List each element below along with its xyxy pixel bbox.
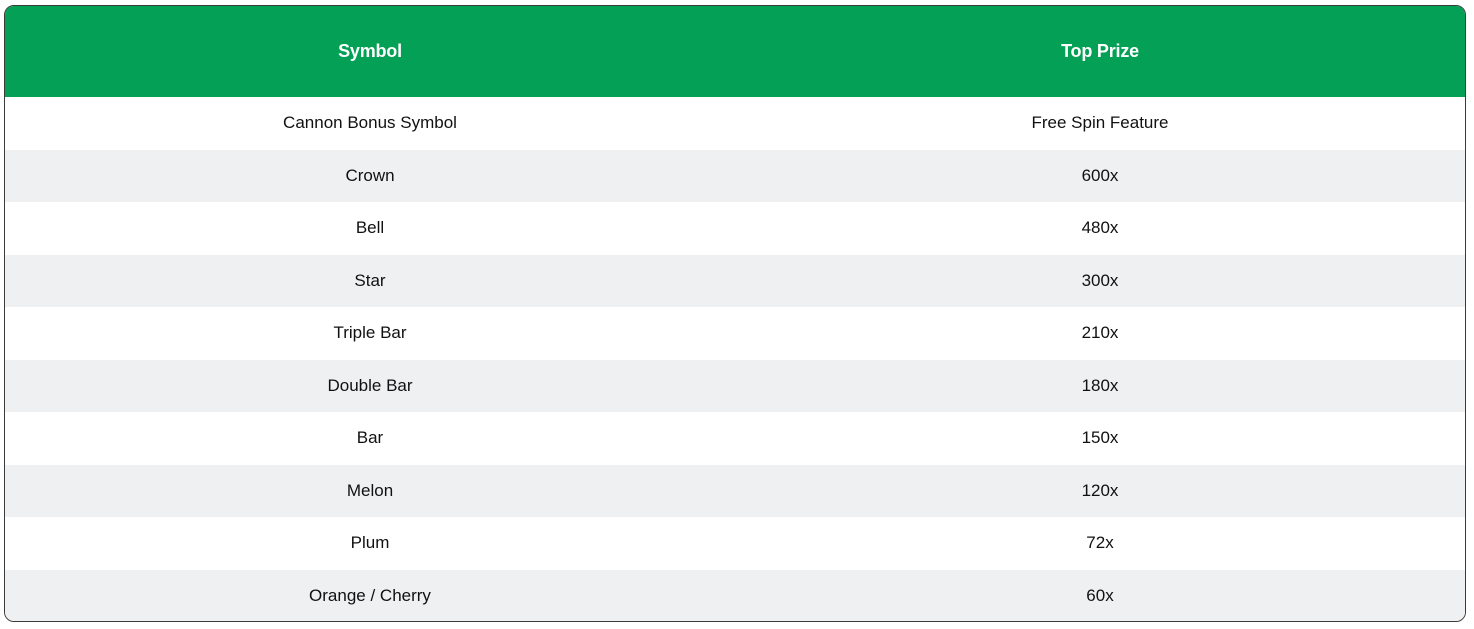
- symbol-cell: Bar: [356, 428, 384, 448]
- paytable: Symbol Top Prize Cannon Bonus Symbol Fre…: [5, 6, 1465, 621]
- symbol-cell: Triple Bar: [333, 323, 407, 343]
- table-row: Double Bar 180x: [5, 359, 1465, 412]
- table-row: Bar 150x: [5, 412, 1465, 465]
- table-row: Triple Bar 210x: [5, 307, 1465, 360]
- symbol-cell: Double Bar: [327, 375, 413, 395]
- symbol-cell: Orange / Cherry: [309, 585, 431, 605]
- table-row: Star 300x: [5, 254, 1465, 307]
- top-prize-cell: 120x: [1081, 480, 1119, 500]
- top-prize-cell: 60x: [1086, 585, 1114, 605]
- table-row: Bell 480x: [5, 202, 1465, 255]
- top-prize-cell: 600x: [1081, 165, 1119, 185]
- column-header-top-prize: Top Prize: [1061, 41, 1139, 61]
- table-row: Cannon Bonus Symbol Free Spin Feature: [5, 97, 1465, 150]
- top-prize-cell: 72x: [1086, 533, 1114, 553]
- table-row: Orange / Cherry 60x: [5, 569, 1465, 621]
- paytable-container: Symbol Top Prize Cannon Bonus Symbol Fre…: [4, 5, 1466, 622]
- top-prize-cell: 210x: [1081, 323, 1119, 343]
- symbol-cell: Crown: [345, 165, 395, 185]
- top-prize-cell: 480x: [1081, 218, 1119, 238]
- table-row: Crown 600x: [5, 149, 1465, 202]
- symbol-cell: Bell: [355, 218, 385, 238]
- top-prize-cell: 180x: [1081, 375, 1119, 395]
- column-header-symbol: Symbol: [338, 41, 402, 61]
- table-body: Cannon Bonus Symbol Free Spin Feature Cr…: [5, 97, 1465, 621]
- symbol-cell: Melon: [346, 480, 394, 500]
- header-row: Symbol Top Prize: [5, 6, 1465, 97]
- table-row: Plum 72x: [5, 517, 1465, 570]
- top-prize-cell: 150x: [1081, 428, 1119, 448]
- table-header: Symbol Top Prize: [5, 6, 1465, 97]
- symbol-cell: Plum: [350, 533, 390, 553]
- top-prize-cell: Free Spin Feature: [1031, 113, 1169, 133]
- top-prize-cell: 300x: [1081, 270, 1119, 290]
- table-row: Melon 120x: [5, 464, 1465, 517]
- symbol-cell: Cannon Bonus Symbol: [283, 113, 457, 133]
- symbol-cell: Star: [354, 270, 386, 290]
